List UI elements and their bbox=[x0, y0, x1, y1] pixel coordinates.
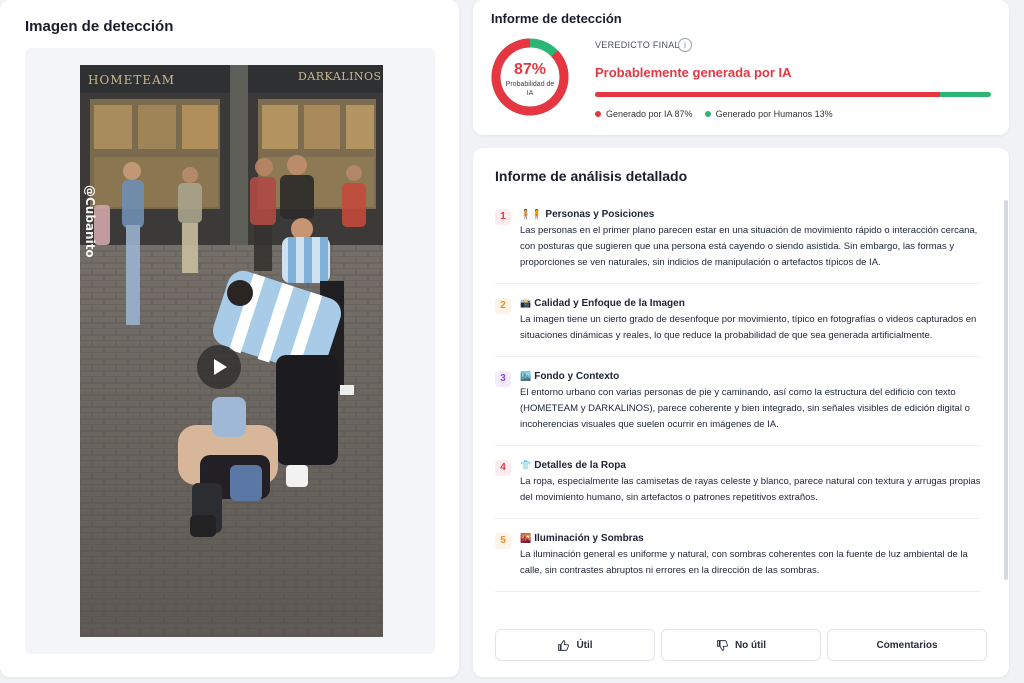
analysis-item: 2 📸 Calidad y Enfoque de la Imagen La image… bbox=[495, 295, 981, 357]
item-number: 3 bbox=[495, 371, 511, 387]
item-title-text: Detalles de la Ropa bbox=[534, 460, 626, 471]
item-title: 🧍🧍 Personas y Posiciones bbox=[520, 206, 981, 223]
legend-ai: Generado por IA 87% bbox=[595, 109, 693, 119]
thumbs-up-icon bbox=[558, 639, 570, 651]
feedback-bar: Útil No útil Comentarios bbox=[495, 629, 987, 661]
detail-title: Informe de análisis detallado bbox=[495, 168, 688, 184]
info-icon[interactable]: i bbox=[678, 38, 692, 52]
verdict-text: Probablemente generada por IA bbox=[595, 65, 792, 80]
item-emoji-icon: 🏙️ bbox=[520, 371, 532, 381]
analysis-item: 1 🧍🧍 Personas y Posiciones Las personas en … bbox=[495, 206, 981, 284]
human-dot-icon bbox=[704, 111, 711, 117]
gauge-label: Probabilidad de IA bbox=[505, 81, 555, 97]
scrollbar[interactable] bbox=[1004, 200, 1008, 580]
comments-button[interactable]: Comentarios bbox=[827, 629, 987, 661]
useful-label: Útil bbox=[576, 639, 593, 651]
useful-button[interactable]: Útil bbox=[495, 629, 655, 661]
thumbs-down-icon bbox=[717, 639, 728, 651]
analysis-item: 5 🌇 Iluminación y Sombras La iluminación ge… bbox=[495, 530, 981, 592]
item-number: 4 bbox=[495, 460, 511, 476]
item-title: 📸 Calidad y Enfoque de la Imagen bbox=[520, 295, 981, 312]
not-useful-button[interactable]: No útil bbox=[661, 629, 821, 661]
analysis-list[interactable]: 1 🧍🧍 Personas y Posiciones Las personas en … bbox=[495, 204, 981, 604]
sign-left-text: HOMETEAM bbox=[88, 73, 175, 87]
item-body: La iluminación general es uniforme y nat… bbox=[520, 549, 968, 576]
item-number: 2 bbox=[495, 298, 511, 314]
legend-human-label: Generado por Humanos 13% bbox=[715, 109, 833, 119]
ai-dot-icon bbox=[595, 111, 601, 117]
item-title-text: Calidad y Enfoque de la Imagen bbox=[534, 298, 685, 309]
watermark-text: @Cubanito bbox=[83, 185, 97, 258]
legend-human: Generado por Humanos 13% bbox=[704, 109, 833, 119]
not-useful-label: No útil bbox=[734, 639, 767, 651]
analysis-item: 3 🏙️ Fondo y Contexto El entorno urbano con… bbox=[495, 368, 981, 446]
item-body: El entorno urbano con varias personas de… bbox=[520, 387, 970, 430]
sign-right-text: DARKALINOS bbox=[298, 70, 382, 83]
play-button[interactable] bbox=[197, 345, 241, 389]
verdict-bar-ai-fill bbox=[595, 92, 940, 97]
item-number: 5 bbox=[495, 533, 511, 549]
item-emoji-icon: 📸 bbox=[520, 298, 532, 308]
item-emoji-icon: 🧍🧍 bbox=[520, 209, 543, 219]
panel-title: Imagen de detección bbox=[25, 18, 174, 35]
item-body: Las personas en el primer plano parecen … bbox=[520, 225, 978, 268]
play-icon bbox=[214, 359, 227, 375]
analysis-item: 4 👕 Detalles de la Ropa La ropa, especialme… bbox=[495, 457, 981, 519]
item-emoji-icon: 👕 bbox=[520, 460, 532, 470]
item-title-text: Personas y Posiciones bbox=[545, 209, 655, 220]
item-body: La ropa, especialmente las camisetas de … bbox=[520, 476, 981, 503]
verdict-legend: Generado por IA 87% Generado por Humanos… bbox=[595, 109, 833, 119]
verdict-bar bbox=[595, 92, 991, 97]
item-title: 👕 Detalles de la Ropa bbox=[520, 457, 981, 474]
detailed-analysis-card: Informe de análisis detallado 1 🧍🧍 Persona… bbox=[473, 148, 1009, 677]
item-body: La imagen tiene un cierto grado de desen… bbox=[520, 314, 977, 341]
media-container: @Cubanito HOMETEAM DARKALINOS bbox=[25, 48, 435, 654]
detection-report-card: Informe de detección 87% Probabilidad de… bbox=[473, 0, 1009, 135]
item-title-text: Fondo y Contexto bbox=[534, 371, 620, 382]
verdict-label: VEREDICTO FINAL bbox=[595, 40, 680, 50]
item-title: 🌇 Iluminación y Sombras bbox=[520, 530, 981, 547]
ai-probability-gauge: 87% Probabilidad de IA bbox=[490, 37, 570, 117]
video-player[interactable]: @Cubanito HOMETEAM DARKALINOS bbox=[80, 65, 383, 637]
comments-label: Comentarios bbox=[876, 639, 938, 651]
gauge-percent: 87% bbox=[513, 61, 547, 78]
item-emoji-icon: 🌇 bbox=[520, 533, 532, 543]
report-title: Informe de detección bbox=[491, 11, 622, 26]
item-title: 🏙️ Fondo y Contexto bbox=[520, 368, 981, 385]
item-number: 1 bbox=[495, 209, 511, 225]
item-title-text: Iluminación y Sombras bbox=[534, 533, 644, 544]
detection-image-panel: Imagen de detección @Cubanito HOMETEAM D… bbox=[0, 0, 459, 677]
legend-ai-label: Generado por IA 87% bbox=[606, 109, 693, 119]
